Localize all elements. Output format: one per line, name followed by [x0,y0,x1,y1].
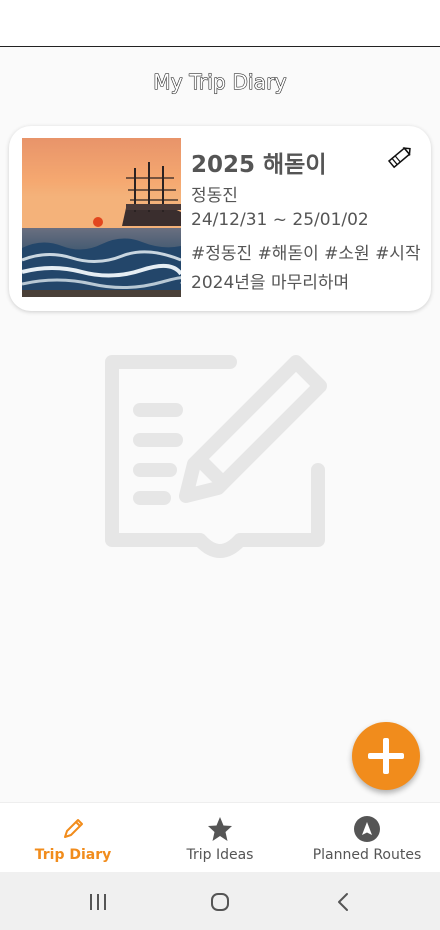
nav-planned-routes[interactable]: Planned Routes [294,803,440,873]
nav-trip-ideas[interactable]: Trip Ideas [146,803,294,873]
add-entry-button[interactable] [352,722,420,790]
edit-entry-button[interactable] [385,142,415,172]
back-icon[interactable] [332,890,356,914]
recents-icon[interactable] [86,890,110,914]
system-navigation-bar [0,872,440,930]
page-title: My Trip Diary [153,70,287,95]
plus-icon [368,738,404,774]
home-icon[interactable] [208,890,232,914]
nav-label: Trip Diary [34,847,112,863]
pencil-icon [387,147,411,169]
status-bar [0,0,440,47]
star-icon [208,817,232,841]
notebook-pencil-icon [100,340,340,580]
entry-thumbnail [22,138,181,297]
pencil-icon [64,819,83,838]
entry-tags: #정동진 #해돋이 #소원 #시작 [191,244,421,264]
nav-trip-diary[interactable]: Trip Diary [0,803,146,873]
nav-label: Planned Routes [312,847,422,863]
bottom-navigation: Trip Diary Trip Ideas Planned Routes [0,802,440,872]
entry-memo: 2024년을 마무리하며 [191,273,350,293]
entry-location: 정동진 [191,186,238,206]
diary-entry-card[interactable]: 2025 해돋이 정동진 24/12/31 ~ 25/01/02 #정동진 #해… [9,126,431,311]
entry-dates: 24/12/31 ~ 25/01/02 [191,210,369,230]
nav-label: Trip Ideas [186,847,254,863]
navigation-icon [354,816,380,842]
entry-title: 2025 해돋이 [191,152,327,178]
